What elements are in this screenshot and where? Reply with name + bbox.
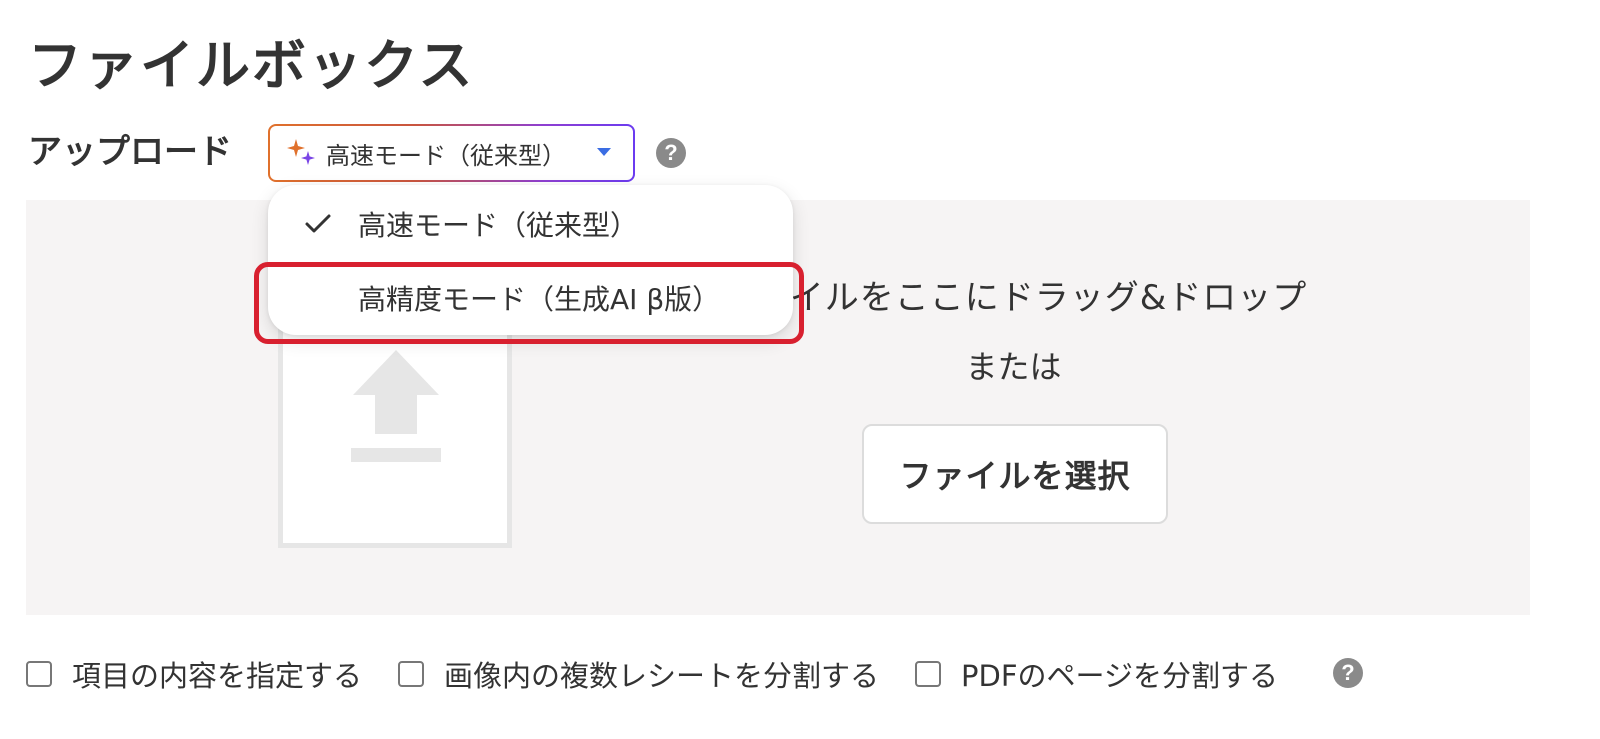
upload-mode-help-icon[interactable]: ? xyxy=(656,138,686,168)
upload-options-row: 項目の内容を指定する 画像内の複数レシートを分割する PDFのページを分割する xyxy=(26,652,1300,696)
option-label: 画像内の複数レシートを分割する xyxy=(444,659,880,693)
menu-item-high-accuracy-mode[interactable]: 高精度モード（生成AI β版） xyxy=(268,263,793,333)
option-label: 項目の内容を指定する xyxy=(72,659,363,693)
page-title: ファイルボックス xyxy=(28,34,475,97)
option-specify-fields[interactable]: 項目の内容を指定する xyxy=(26,653,362,695)
upload-mode-dropdown-menu: 高速モード（従来型） 高精度モード（生成AI β版） xyxy=(268,185,793,335)
options-help-icon[interactable]: ? xyxy=(1333,658,1363,688)
upload-label: アップロード xyxy=(28,132,232,172)
menu-item-label: 高精度モード（生成AI β版） xyxy=(358,283,721,316)
upload-arrow-icon xyxy=(351,350,441,462)
chevron-down-icon xyxy=(597,148,611,156)
check-icon xyxy=(305,214,331,233)
split-pdf-pages-checkbox[interactable] xyxy=(915,661,942,687)
specify-fields-checkbox[interactable] xyxy=(26,661,52,687)
option-split-pdf-pages[interactable]: PDFのページを分割する xyxy=(915,653,1278,695)
option-split-receipts[interactable]: 画像内の複数レシートを分割する xyxy=(398,653,879,695)
option-label: PDFのページを分割する xyxy=(961,659,1278,693)
split-receipts-checkbox[interactable] xyxy=(398,661,425,687)
select-file-button[interactable]: ファイルを選択 xyxy=(862,424,1168,524)
menu-item-fast-mode[interactable]: 高速モード（従来型） xyxy=(268,189,793,259)
file-placeholder-graphic xyxy=(278,328,512,548)
upload-mode-selected-value: 高速モード（従来型） xyxy=(326,141,566,170)
or-text: または xyxy=(965,348,1062,386)
sparkle-icon xyxy=(287,139,315,165)
menu-item-label: 高速モード（従来型） xyxy=(358,209,639,242)
upload-mode-select[interactable]: 高速モード（従来型） xyxy=(268,124,635,182)
